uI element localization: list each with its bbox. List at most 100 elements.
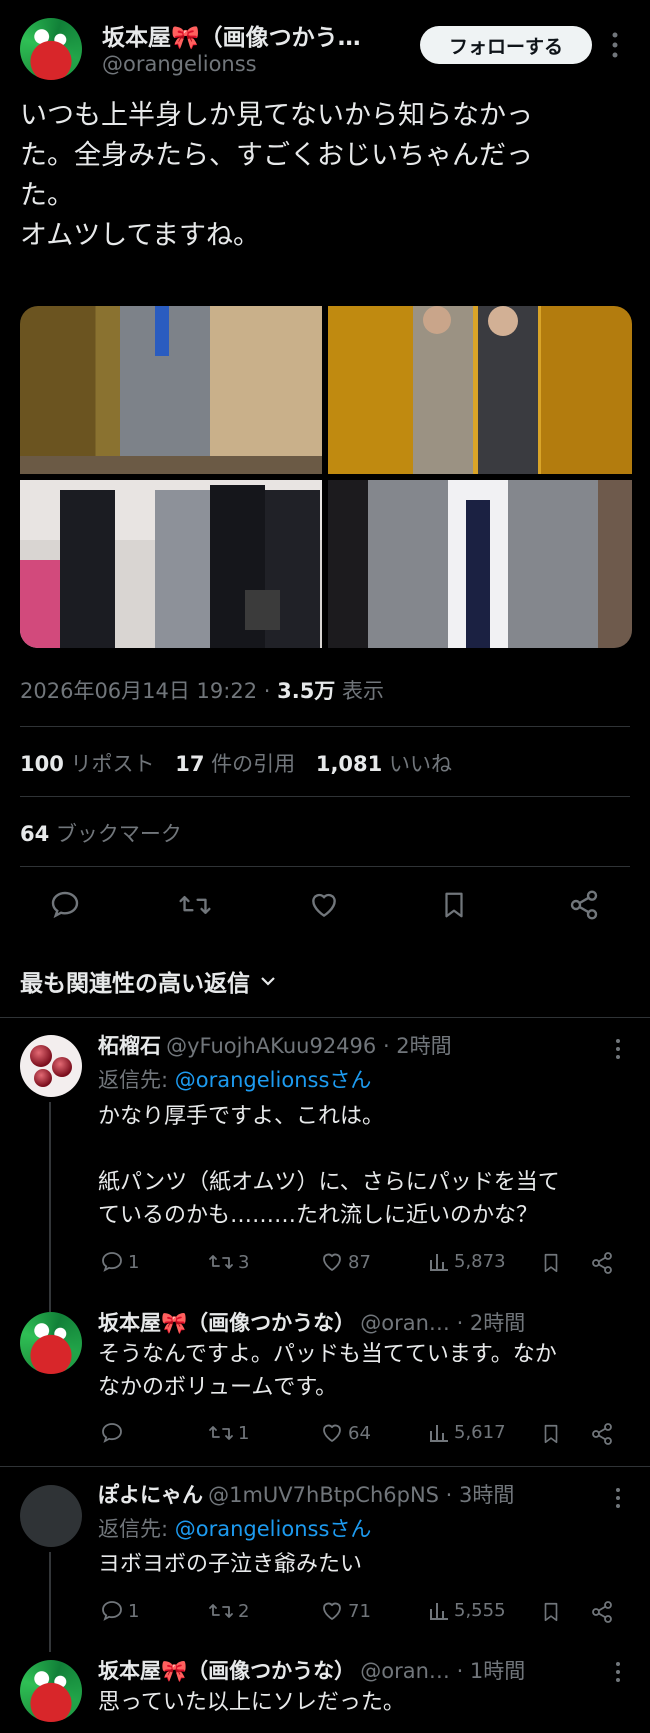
reply-text: ヨボヨボの子泣き爺みたい: [98, 1548, 638, 1581]
reply-avatar[interactable]: [20, 1035, 82, 1097]
thread-line: [49, 1552, 51, 1652]
tweet-line: いつも上半身しか見てないから知らなかっ: [20, 100, 533, 131]
reply-views-action[interactable]: 5,555: [428, 1599, 506, 1621]
more-icon[interactable]: [614, 1660, 622, 1684]
reply-views-action[interactable]: 5,617: [428, 1421, 506, 1443]
reply-reply-action[interactable]: 1: [100, 1250, 139, 1274]
reply-repost-action[interactable]: 1: [208, 1421, 249, 1445]
reply-header: 坂本屋🎀（画像つかうな） @oran… · 1時間: [98, 1655, 525, 1685]
share-icon[interactable]: [568, 889, 600, 921]
reply-to-prefix: 返信先:: [98, 1517, 175, 1541]
photo-1[interactable]: [20, 306, 322, 474]
tweet-text: いつも上半身しか見てないから知らなかっ た。全身みたら、すごくおじいちゃんだっ …: [20, 96, 630, 256]
reposts-stat[interactable]: 100 リポスト: [20, 752, 155, 776]
reposts-count: 100: [20, 752, 64, 776]
views-count: 5,873: [454, 1250, 506, 1272]
reply-avatar[interactable]: [20, 1485, 82, 1547]
share-icon[interactable]: [590, 1422, 614, 1446]
reposts-label: リポスト: [70, 752, 155, 776]
reply-icon: [102, 1252, 122, 1272]
reply-reply-action[interactable]: 1: [100, 1599, 139, 1623]
divider: [20, 726, 630, 727]
reply-header: ぽよにゃん @1mUV7hBtpCh6pNS · 3時間: [98, 1479, 514, 1509]
photo-3[interactable]: [20, 480, 322, 648]
more-icon[interactable]: [614, 1486, 622, 1510]
photo-4[interactable]: [328, 480, 632, 648]
reply-author-name[interactable]: 坂本屋🎀（画像つかうな）: [98, 1659, 355, 1683]
reply-like-action[interactable]: 87: [320, 1250, 371, 1274]
tweet-line: オムツしてますね。: [20, 220, 261, 251]
like-icon: [323, 1424, 341, 1442]
author-name[interactable]: 坂本屋🎀（画像つかう…: [102, 18, 361, 52]
reply-reply-action[interactable]: [100, 1421, 128, 1445]
reply-to-handle[interactable]: @orangelionssさん: [175, 1517, 372, 1541]
reply-text: 思っていた以上にソレだった。: [98, 1686, 638, 1719]
like-count: 87: [348, 1251, 371, 1273]
reply-to: 返信先: @orangelionssさん: [98, 1064, 371, 1094]
reply-icon: [102, 1423, 122, 1443]
repost-count: 1: [238, 1422, 250, 1444]
reply-like-action[interactable]: 64: [320, 1421, 371, 1445]
reply-author-handle[interactable]: @oran… · 1時間: [360, 1659, 525, 1683]
like-count: 71: [348, 1600, 371, 1622]
reply-text: かなり厚手ですよ、これは。 紙パンツ（紙オムツ）に、さらにパッドを当て ているの…: [98, 1100, 638, 1232]
reply-author-name[interactable]: 坂本屋🎀（画像つかうな）: [98, 1311, 355, 1335]
tweet-meta: 2026年06月14日 19:22 · 3.5万 表示: [20, 675, 384, 705]
reply-views-action[interactable]: 5,873: [428, 1250, 506, 1272]
repost-icon[interactable]: [178, 889, 212, 921]
more-icon[interactable]: [610, 30, 620, 60]
reply-author-handle[interactable]: @oran… · 2時間: [360, 1311, 525, 1335]
bookmark-icon[interactable]: [540, 1421, 562, 1447]
share-icon[interactable]: [590, 1251, 614, 1275]
repost-icon: [209, 1426, 233, 1440]
reply-author-name[interactable]: ぽよにゃん: [98, 1483, 203, 1507]
like-icon: [323, 1602, 341, 1620]
reply-icon[interactable]: [49, 889, 81, 921]
reply-to-prefix: 返信先:: [98, 1068, 175, 1092]
reply-author-handle[interactable]: @yFuojhAKuu92496 · 2時間: [166, 1034, 452, 1058]
reply-line: [98, 1133, 638, 1166]
share-icon[interactable]: [590, 1600, 614, 1624]
reply-avatar[interactable]: [20, 1660, 82, 1722]
repost-count: 2: [238, 1600, 250, 1622]
bookmark-icon[interactable]: [439, 889, 469, 921]
quotes-stat[interactable]: 17 件の引用: [175, 752, 295, 776]
sort-label: 最も関連性の高い返信: [20, 971, 250, 997]
bookmark-icon[interactable]: [540, 1250, 562, 1276]
chevron-down-icon: [261, 977, 275, 986]
author-avatar[interactable]: [20, 18, 82, 80]
tweet-line: た。: [20, 180, 74, 211]
tweet-date[interactable]: 2026年06月14日 19:22 ·: [20, 679, 277, 703]
divider: [0, 1017, 650, 1018]
reply-line: ているのかも………たれ流しに近いのかな？: [98, 1203, 539, 1228]
thread-line: [49, 1102, 51, 1312]
likes-label: いいね: [388, 752, 452, 776]
more-icon[interactable]: [614, 1037, 622, 1061]
reply-line: そうなんですよ。パッドも当てています。なか: [98, 1342, 557, 1367]
sort-replies-dropdown[interactable]: 最も関連性の高い返信: [20, 964, 276, 998]
views-label: 表示: [335, 679, 384, 703]
reply-icon: [102, 1601, 122, 1621]
photo-2[interactable]: [328, 306, 632, 474]
reply-author-handle[interactable]: @1mUV7hBtpCh6pNS · 3時間: [208, 1483, 514, 1507]
bookmarks-label: ブックマーク: [55, 822, 182, 846]
reply-line: 思っていた以上にソレだった。: [98, 1690, 405, 1715]
author-handle[interactable]: @orangelionss: [102, 52, 257, 76]
reply-to-handle[interactable]: @orangelionssさん: [175, 1068, 372, 1092]
follow-button[interactable]: フォローする: [420, 26, 592, 64]
views-icon: [430, 1254, 448, 1271]
like-icon[interactable]: [308, 889, 340, 921]
bookmark-icon[interactable]: [540, 1599, 562, 1625]
reply-avatar[interactable]: [20, 1312, 82, 1374]
reply-line: 紙パンツ（紙オムツ）に、さらにパッドを当て: [98, 1170, 560, 1195]
tweet-line: た。全身みたら、すごくおじいちゃんだっ: [20, 140, 533, 171]
reply-repost-action[interactable]: 2: [208, 1599, 249, 1623]
reply-repost-action[interactable]: 3: [208, 1250, 249, 1274]
quotes-count: 17: [175, 752, 205, 776]
likes-stat[interactable]: 1,081 いいね: [316, 752, 452, 776]
reply-author-name[interactable]: 柘榴石: [98, 1034, 161, 1058]
media-grid: [20, 306, 632, 648]
reply-like-action[interactable]: 71: [320, 1599, 371, 1623]
views-count: 5,555: [454, 1599, 506, 1621]
bookmarks-stat[interactable]: 64 ブックマーク: [20, 818, 182, 848]
